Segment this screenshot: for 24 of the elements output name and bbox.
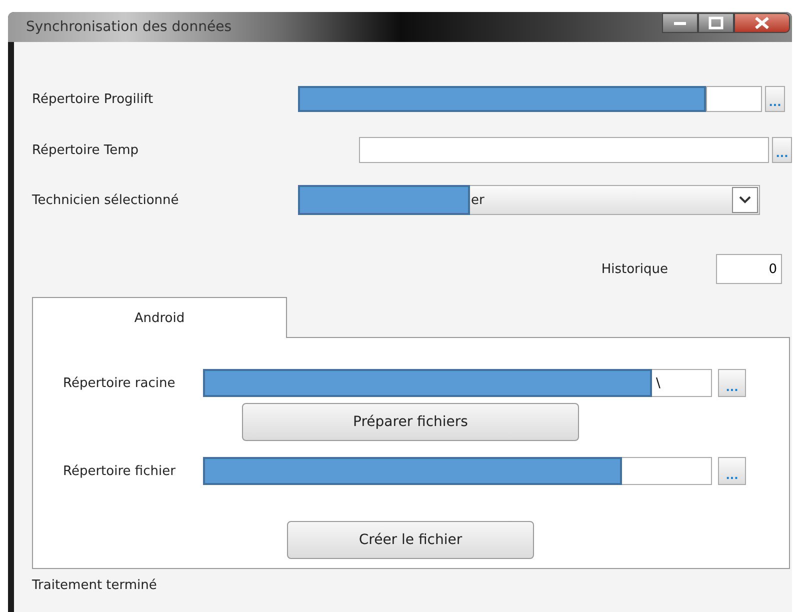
action-button[interactable]: Préparer fichiers <box>242 403 579 441</box>
close-button[interactable] <box>734 13 790 33</box>
path-field[interactable] <box>359 137 769 163</box>
tab[interactable]: Android <box>32 297 287 338</box>
field-label: Répertoire Temp <box>32 142 140 158</box>
maximize-button[interactable] <box>698 13 734 33</box>
minimize-button[interactable] <box>662 13 698 33</box>
chevron-down-icon <box>732 187 758 213</box>
minimize-icon <box>674 22 686 25</box>
action-button[interactable]: Créer le fichier <box>287 521 534 559</box>
close-icon <box>754 16 770 30</box>
field-label: Répertoire racine <box>63 376 176 390</box>
field-label: Répertoire fichier <box>63 464 176 478</box>
field-label: Technicien sélectionné <box>32 192 180 208</box>
window-title: Synchronisation des données <box>26 19 232 35</box>
history-label: Historique <box>601 262 668 276</box>
path-field[interactable]: \ <box>652 369 712 397</box>
path-field[interactable] <box>706 86 762 112</box>
technician-dropdown[interactable]: er <box>470 185 760 215</box>
status-text: Traitement terminé <box>32 578 158 593</box>
field-label: Répertoire Progilift <box>32 92 154 106</box>
history-field[interactable]: 0 <box>716 254 782 284</box>
maximize-icon <box>708 16 724 30</box>
path-field[interactable] <box>622 457 712 485</box>
